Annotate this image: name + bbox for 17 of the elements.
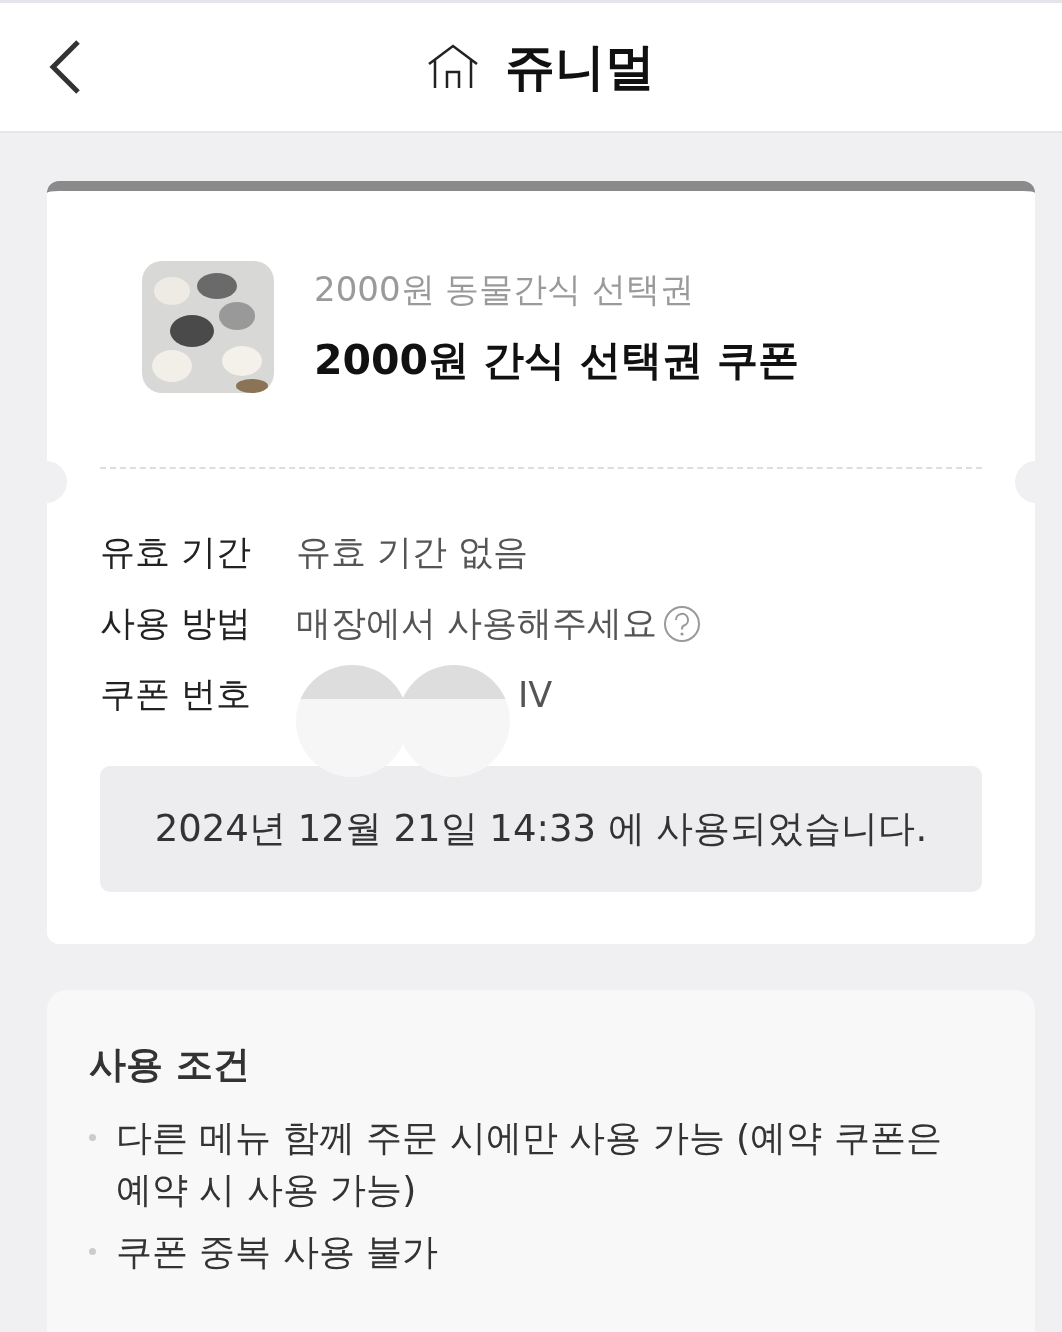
used-notice: 2024년 12월 21일 14:33 에 사용되었습니다. — [100, 766, 982, 892]
conditions-title: 사용 조건 — [89, 1042, 251, 1088]
coupon-subtitle: 2000원 동물간식 선택권 — [314, 267, 696, 311]
home-icon — [427, 44, 479, 90]
detail-label: 유효 기간 — [100, 531, 253, 574]
store-title: 쥬니멀 — [505, 36, 655, 98]
help-icon[interactable] — [663, 604, 702, 643]
detail-label: 사용 방법 — [100, 602, 253, 645]
coupon-title: 2000원 간식 선택권 쿠폰 — [314, 334, 799, 386]
condition-text: 다른 메뉴 함께 주문 시에만 사용 가능 (예약 쿠폰은 예약 시 사용 가능) — [116, 1116, 943, 1212]
coupon-number: IV — [518, 674, 553, 715]
detail-label: 쿠폰 번호 — [100, 673, 253, 716]
detail-value: 유효 기간 없음 — [296, 531, 529, 574]
bullet-icon — [89, 1248, 96, 1255]
bullet-icon — [89, 1134, 96, 1141]
condition-text: 쿠폰 중복 사용 불가 — [116, 1230, 440, 1274]
detail-value: 매장에서 사용해주세요 — [296, 602, 658, 645]
